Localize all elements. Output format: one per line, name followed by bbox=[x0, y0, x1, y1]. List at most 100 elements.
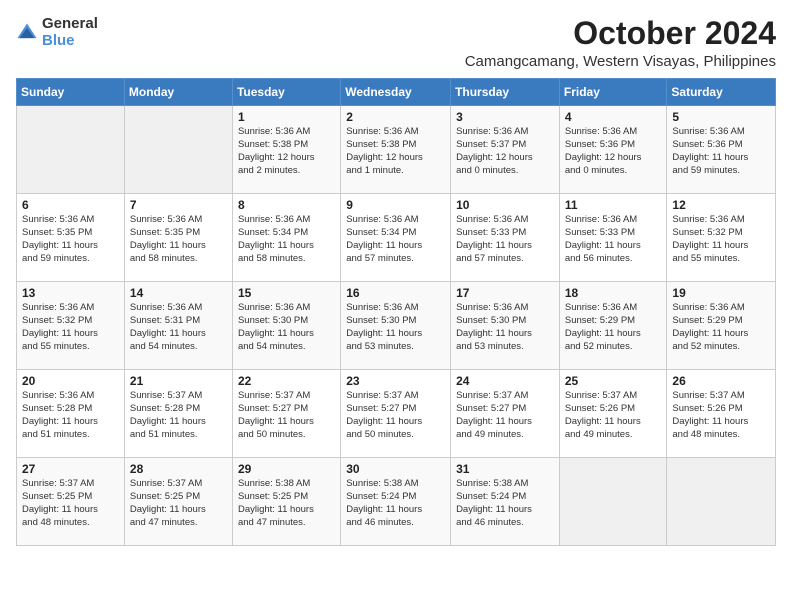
header-thursday: Thursday bbox=[451, 79, 560, 106]
day-number: 23 bbox=[346, 374, 445, 388]
cell-info: Sunrise: 5:36 AM Sunset: 5:33 PM Dayligh… bbox=[565, 214, 662, 265]
day-number: 19 bbox=[672, 286, 770, 300]
calendar-cell: 14Sunrise: 5:36 AM Sunset: 5:31 PM Dayli… bbox=[124, 282, 232, 370]
day-number: 26 bbox=[672, 374, 770, 388]
cell-info: Sunrise: 5:36 AM Sunset: 5:30 PM Dayligh… bbox=[456, 302, 554, 353]
cell-info: Sunrise: 5:37 AM Sunset: 5:25 PM Dayligh… bbox=[22, 478, 119, 529]
calendar-cell bbox=[124, 106, 232, 194]
calendar-week-row: 13Sunrise: 5:36 AM Sunset: 5:32 PM Dayli… bbox=[17, 282, 776, 370]
day-number: 5 bbox=[672, 110, 770, 124]
calendar-cell: 22 Sunrise: 5:37 AM Sunset: 5:27 PM Dayli… bbox=[232, 370, 340, 458]
header-tuesday: Tuesday bbox=[232, 79, 340, 106]
logo-general: General bbox=[42, 16, 98, 33]
cell-info: Sunrise: 5:36 AM Sunset: 5:30 PM Dayligh… bbox=[238, 302, 335, 353]
day-number: 29 bbox=[238, 462, 335, 476]
cell-info: Sunrise: 5:36 AM Sunset: 5:29 PM Dayligh… bbox=[565, 302, 662, 353]
calendar-cell: 7Sunrise: 5:36 AM Sunset: 5:35 PM Daylig… bbox=[124, 194, 232, 282]
calendar-table: SundayMondayTuesdayWednesdayThursdayFrid… bbox=[16, 78, 776, 546]
day-number: 28 bbox=[130, 462, 227, 476]
calendar-cell: 28 Sunrise: 5:37 AM Sunset: 5:25 PM Dayli… bbox=[124, 458, 232, 546]
calendar-cell: 10Sunrise: 5:36 AM Sunset: 5:33 PM Dayli… bbox=[451, 194, 560, 282]
day-number: 14 bbox=[130, 286, 227, 300]
day-number: 11 bbox=[565, 198, 662, 212]
calendar-cell: 13Sunrise: 5:36 AM Sunset: 5:32 PM Dayli… bbox=[17, 282, 125, 370]
day-number: 3 bbox=[456, 110, 554, 124]
calendar-cell: 19Sunrise: 5:36 AM Sunset: 5:29 PM Dayli… bbox=[667, 282, 776, 370]
day-number: 20 bbox=[22, 374, 119, 388]
logo-blue: Blue bbox=[42, 33, 98, 50]
cell-info: Sunrise: 5:37 AM Sunset: 5:27 PM Dayligh… bbox=[238, 390, 335, 441]
day-number: 7 bbox=[130, 198, 227, 212]
calendar-header-row: SundayMondayTuesdayWednesdayThursdayFrid… bbox=[17, 79, 776, 106]
cell-info: Sunrise: 5:36 AM Sunset: 5:37 PM Dayligh… bbox=[456, 126, 554, 177]
day-number: 9 bbox=[346, 198, 445, 212]
calendar-week-row: 6 Sunrise: 5:36 AM Sunset: 5:35 PM Daylig… bbox=[17, 194, 776, 282]
calendar-cell bbox=[559, 458, 667, 546]
page-header: General Blue October 2024 Camangcamang, … bbox=[16, 16, 776, 70]
cell-info: Sunrise: 5:36 AM Sunset: 5:38 PM Dayligh… bbox=[238, 126, 335, 177]
cell-info: Sunrise: 5:36 AM Sunset: 5:34 PM Dayligh… bbox=[346, 214, 445, 265]
cell-info: Sunrise: 5:37 AM Sunset: 5:25 PM Dayligh… bbox=[130, 478, 227, 529]
calendar-cell: 30 Sunrise: 5:38 AM Sunset: 5:24 PM Dayli… bbox=[341, 458, 451, 546]
day-number: 21 bbox=[130, 374, 227, 388]
title-block: October 2024 Camangcamang, Western Visay… bbox=[465, 16, 776, 70]
day-number: 27 bbox=[22, 462, 119, 476]
day-number: 24 bbox=[456, 374, 554, 388]
cell-info: Sunrise: 5:38 AM Sunset: 5:25 PM Dayligh… bbox=[238, 478, 335, 529]
calendar-week-row: 20 Sunrise: 5:36 AM Sunset: 5:28 PM Dayli… bbox=[17, 370, 776, 458]
calendar-cell: 5 Sunrise: 5:36 AM Sunset: 5:36 PM Daylig… bbox=[667, 106, 776, 194]
cell-info: Sunrise: 5:36 AM Sunset: 5:33 PM Dayligh… bbox=[456, 214, 554, 265]
calendar-cell: 4 Sunrise: 5:36 AM Sunset: 5:36 PM Daylig… bbox=[559, 106, 667, 194]
cell-info: Sunrise: 5:37 AM Sunset: 5:27 PM Dayligh… bbox=[456, 390, 554, 441]
month-title: October 2024 bbox=[465, 16, 776, 51]
day-number: 2 bbox=[346, 110, 445, 124]
day-number: 12 bbox=[672, 198, 770, 212]
calendar-cell: 2 Sunrise: 5:36 AM Sunset: 5:38 PM Daylig… bbox=[341, 106, 451, 194]
cell-info: Sunrise: 5:36 AM Sunset: 5:36 PM Dayligh… bbox=[672, 126, 770, 177]
cell-info: Sunrise: 5:37 AM Sunset: 5:26 PM Dayligh… bbox=[565, 390, 662, 441]
calendar-cell: 6 Sunrise: 5:36 AM Sunset: 5:35 PM Daylig… bbox=[17, 194, 125, 282]
cell-info: Sunrise: 5:37 AM Sunset: 5:27 PM Dayligh… bbox=[346, 390, 445, 441]
cell-info: Sunrise: 5:36 AM Sunset: 5:30 PM Dayligh… bbox=[346, 302, 445, 353]
calendar-cell: 12 Sunrise: 5:36 AM Sunset: 5:32 PM Dayli… bbox=[667, 194, 776, 282]
day-number: 31 bbox=[456, 462, 554, 476]
cell-info: Sunrise: 5:37 AM Sunset: 5:26 PM Dayligh… bbox=[672, 390, 770, 441]
calendar-week-row: 1 Sunrise: 5:36 AM Sunset: 5:38 PM Daylig… bbox=[17, 106, 776, 194]
day-number: 25 bbox=[565, 374, 662, 388]
cell-info: Sunrise: 5:38 AM Sunset: 5:24 PM Dayligh… bbox=[456, 478, 554, 529]
cell-info: Sunrise: 5:36 AM Sunset: 5:36 PM Dayligh… bbox=[565, 126, 662, 177]
cell-info: Sunrise: 5:36 AM Sunset: 5:32 PM Dayligh… bbox=[672, 214, 770, 265]
calendar-cell: 21Sunrise: 5:37 AM Sunset: 5:28 PM Dayli… bbox=[124, 370, 232, 458]
header-friday: Friday bbox=[559, 79, 667, 106]
cell-info: Sunrise: 5:36 AM Sunset: 5:35 PM Dayligh… bbox=[22, 214, 119, 265]
cell-info: Sunrise: 5:36 AM Sunset: 5:28 PM Dayligh… bbox=[22, 390, 119, 441]
day-number: 15 bbox=[238, 286, 335, 300]
calendar-cell: 23 Sunrise: 5:37 AM Sunset: 5:27 PM Dayli… bbox=[341, 370, 451, 458]
calendar-cell: 20 Sunrise: 5:36 AM Sunset: 5:28 PM Dayli… bbox=[17, 370, 125, 458]
calendar-cell: 24 Sunrise: 5:37 AM Sunset: 5:27 PM Dayli… bbox=[451, 370, 560, 458]
calendar-cell: 11 Sunrise: 5:36 AM Sunset: 5:33 PM Dayli… bbox=[559, 194, 667, 282]
calendar-cell: 9 Sunrise: 5:36 AM Sunset: 5:34 PM Daylig… bbox=[341, 194, 451, 282]
calendar-cell: 25 Sunrise: 5:37 AM Sunset: 5:26 PM Dayli… bbox=[559, 370, 667, 458]
location-title: Camangcamang, Western Visayas, Philippin… bbox=[465, 53, 776, 70]
cell-info: Sunrise: 5:36 AM Sunset: 5:38 PM Dayligh… bbox=[346, 126, 445, 177]
day-number: 8 bbox=[238, 198, 335, 212]
cell-info: Sunrise: 5:38 AM Sunset: 5:24 PM Dayligh… bbox=[346, 478, 445, 529]
day-number: 1 bbox=[238, 110, 335, 124]
day-number: 13 bbox=[22, 286, 119, 300]
day-number: 18 bbox=[565, 286, 662, 300]
day-number: 6 bbox=[22, 198, 119, 212]
cell-info: Sunrise: 5:36 AM Sunset: 5:34 PM Dayligh… bbox=[238, 214, 335, 265]
header-wednesday: Wednesday bbox=[341, 79, 451, 106]
calendar-cell: 17 Sunrise: 5:36 AM Sunset: 5:30 PM Dayli… bbox=[451, 282, 560, 370]
calendar-cell: 18 Sunrise: 5:36 AM Sunset: 5:29 PM Dayli… bbox=[559, 282, 667, 370]
day-number: 16 bbox=[346, 286, 445, 300]
day-number: 30 bbox=[346, 462, 445, 476]
header-saturday: Saturday bbox=[667, 79, 776, 106]
day-number: 22 bbox=[238, 374, 335, 388]
day-number: 4 bbox=[565, 110, 662, 124]
day-number: 17 bbox=[456, 286, 554, 300]
calendar-cell: 31 Sunrise: 5:38 AM Sunset: 5:24 PM Dayli… bbox=[451, 458, 560, 546]
calendar-week-row: 27 Sunrise: 5:37 AM Sunset: 5:25 PM Dayli… bbox=[17, 458, 776, 546]
header-monday: Monday bbox=[124, 79, 232, 106]
